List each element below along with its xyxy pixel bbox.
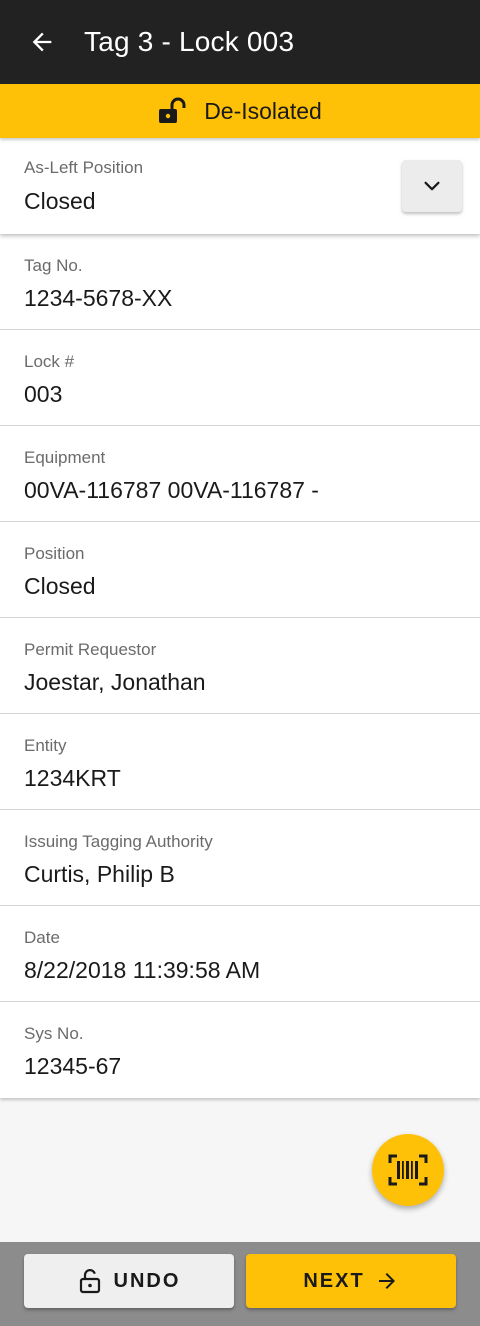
as-left-position-select[interactable]: As-Left Position Closed bbox=[0, 138, 480, 234]
detail-row-position: Position Closed bbox=[0, 522, 480, 618]
undo-label: UNDO bbox=[113, 1269, 181, 1292]
field-label: Date bbox=[24, 928, 60, 947]
field-label: Issuing Tagging Authority bbox=[24, 832, 213, 851]
field-value: 00VA-116787 00VA-116787 - bbox=[24, 477, 319, 503]
as-left-position-value: Closed bbox=[24, 188, 96, 214]
detail-row-date: Date 8/22/2018 11:39:58 AM bbox=[0, 906, 480, 1002]
field-label: Entity bbox=[24, 736, 67, 755]
field-label: Permit Requestor bbox=[24, 640, 157, 659]
field-value: Curtis, Philip B bbox=[24, 861, 175, 887]
chevron-down-icon bbox=[424, 181, 440, 191]
detail-row-lock-number: Lock # 003 bbox=[0, 330, 480, 426]
field-value: 1234KRT bbox=[24, 765, 121, 791]
scan-barcode-button[interactable] bbox=[372, 1134, 444, 1206]
detail-row-entity: Entity 1234KRT bbox=[0, 714, 480, 810]
dropdown-button[interactable] bbox=[402, 160, 462, 212]
field-label: Tag No. bbox=[24, 256, 83, 275]
field-label: Equipment bbox=[24, 448, 106, 467]
field-value: Joestar, Jonathan bbox=[24, 669, 206, 695]
page-title: Tag 3 - Lock 003 bbox=[84, 26, 295, 57]
detail-row-sys-no: Sys No. 12345-67 bbox=[0, 1002, 480, 1098]
field-value: Closed bbox=[24, 573, 96, 599]
field-label: Position bbox=[24, 544, 85, 563]
field-label: Lock # bbox=[24, 352, 75, 371]
field-value: 1234-5678-XX bbox=[24, 285, 173, 311]
next-button[interactable]: NEXT bbox=[246, 1254, 456, 1308]
field-value: 003 bbox=[24, 381, 63, 407]
detail-row-permit-requestor: Permit Requestor Joestar, Jonathan bbox=[0, 618, 480, 714]
back-button[interactable] bbox=[14, 14, 70, 70]
app-bar: Tag 3 - Lock 003 bbox=[0, 0, 480, 84]
tag-details-list: Tag No. 1234-5678-XX Lock # 003 Equipmen… bbox=[0, 234, 480, 1098]
as-left-position-label: As-Left Position bbox=[24, 158, 144, 177]
status-banner: De-Isolated bbox=[0, 84, 480, 138]
barcode-scan-icon bbox=[388, 1154, 428, 1186]
field-value: 8/22/2018 11:39:58 AM bbox=[24, 957, 261, 983]
unlock-icon bbox=[78, 1268, 102, 1294]
arrow-left-icon bbox=[32, 32, 52, 52]
field-label: Sys No. bbox=[24, 1024, 84, 1043]
field-value: 12345-67 bbox=[24, 1053, 122, 1079]
bottom-action-bar: UNDO NEXT bbox=[0, 1242, 480, 1326]
undo-button[interactable]: UNDO bbox=[24, 1254, 234, 1308]
next-label: NEXT bbox=[303, 1269, 365, 1292]
arrow-right-icon bbox=[375, 1269, 399, 1293]
detail-row-equipment: Equipment 00VA-116787 00VA-116787 - bbox=[0, 426, 480, 522]
status-label: De-Isolated bbox=[204, 97, 322, 124]
detail-row-tag-no: Tag No. 1234-5678-XX bbox=[0, 234, 480, 330]
detail-row-issuing-authority: Issuing Tagging Authority Curtis, Philip… bbox=[0, 810, 480, 906]
unlocked-padlock-icon bbox=[159, 97, 186, 123]
